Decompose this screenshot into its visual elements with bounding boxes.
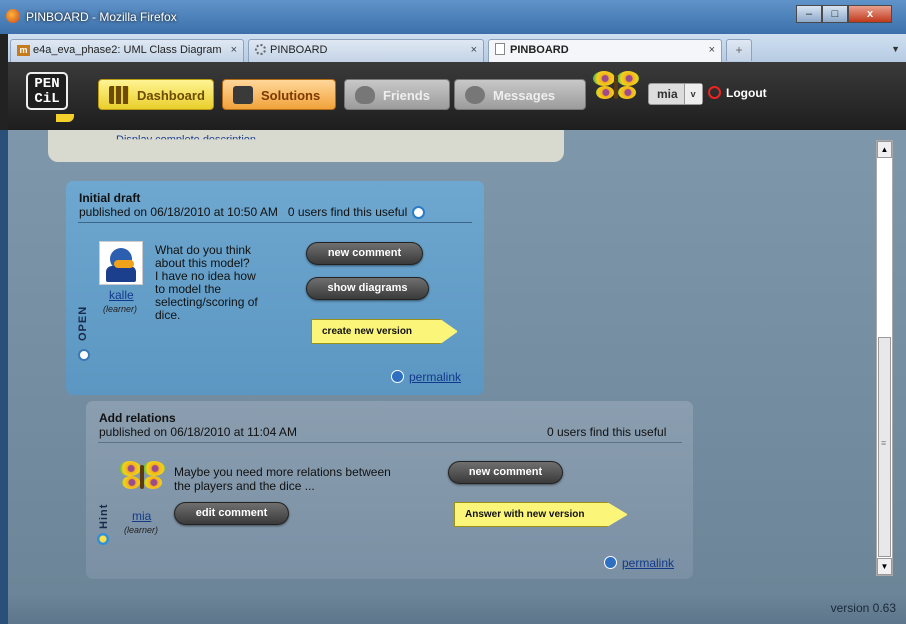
tab-bar: m e4a_eva_phase2: UML Class Diagram × PIN… [8,34,906,63]
friends-label: Friends [383,88,430,103]
scroll-down-icon[interactable]: ▼ [877,558,892,575]
window-title: PINBOARD - Mozilla Firefox [26,10,177,24]
grid-icon [109,86,129,104]
post-published-date: published on 06/18/2010 at 11:04 AM [99,425,297,439]
close-button[interactable]: x [848,5,892,23]
post-useful-count: 0 users find this useful [547,425,667,439]
post-text-line: the players and the dice ... [174,479,315,493]
permalink-label: permalink [409,370,462,384]
permalink[interactable]: permalink [391,370,461,384]
tab-label: PINBOARD [510,44,569,56]
tab-pinboard-loading[interactable]: PINBOARD × [248,39,484,62]
moodle-icon: m [17,45,30,56]
post-published: published on 06/18/2010 at 10:50 AM 0 us… [79,205,426,219]
solutions-button[interactable]: Solutions [222,79,336,110]
author-link[interactable]: kalle [109,288,134,302]
post-useful-count: 0 users find this useful [287,205,408,219]
edit-comment-button[interactable]: edit comment [174,502,289,525]
main-content: Display complete description Initial dra… [8,130,906,594]
messages-button[interactable]: Messages [454,79,586,110]
post-text: Maybe you need more relations between th… [174,465,391,493]
new-comment-button[interactable]: new comment [448,461,563,484]
dashboard-button[interactable]: Dashboard [98,79,214,110]
heart-icon [355,86,375,104]
vertical-scrollbar[interactable]: ▲ ≡ ▼ [876,140,893,576]
minimize-button[interactable]: – [796,5,822,23]
post-text-line: Maybe you need more relations between [174,465,391,479]
post-title: Initial draft [79,191,141,205]
author-link[interactable]: mia [132,509,151,523]
tab-label: PINBOARD [270,44,328,56]
solutions-label: Solutions [261,88,321,103]
previous-card: Display complete description [48,130,564,162]
tab-uml[interactable]: m e4a_eva_phase2: UML Class Diagram × [10,39,244,62]
author-role: (learner) [103,304,138,314]
key-icon [391,370,404,383]
status-icon [78,349,90,361]
logout-label: Logout [726,86,767,100]
butterfly-icon [593,71,639,103]
new-tab-button[interactable]: + [726,39,752,61]
new-comment-button[interactable]: new comment [306,242,423,265]
status-label: Hint [98,503,110,529]
display-description-link[interactable]: Display complete description [116,134,256,139]
grip-icon: ≡ [881,438,887,448]
post-text: What do you think about this model? I ha… [155,244,258,322]
footer: version 0.63 [8,594,906,624]
loading-icon [255,44,266,55]
permalink-label: permalink [622,556,675,570]
heart-icon[interactable] [412,206,426,219]
post-card-add-relations: Add relations published on 06/18/2010 at… [86,401,693,579]
chevron-down-icon[interactable]: v [683,84,702,104]
post-card-initial-draft: Initial draft published on 06/18/2010 at… [66,181,484,395]
post-published-date: published on 06/18/2010 at 10:50 AM [79,205,278,219]
tab-label: e4a_eva_phase2: UML Class Diagram [33,44,222,56]
window-left-border [0,130,8,624]
key-icon [604,556,617,569]
create-new-version-button[interactable]: create new version [311,319,458,344]
tab-list-icon[interactable]: ▼ [891,44,900,54]
user-select[interactable]: mia v [648,83,703,105]
logout-link[interactable]: Logout [708,86,767,100]
status-label: OPEN [77,305,89,341]
author-role: (learner) [124,525,159,535]
answer-new-version-button[interactable]: Answer with new version [454,502,628,527]
hint-icon [97,533,109,545]
page-icon [495,43,505,55]
messages-label: Messages [493,88,556,103]
divider [98,442,682,443]
show-diagrams-button[interactable]: show diagrams [306,277,429,300]
window-titlebar: PINBOARD - Mozilla Firefox – □ x [0,0,906,34]
firefox-icon [6,9,20,23]
chat-icon [233,86,253,104]
friends-button[interactable]: Friends [344,79,450,110]
scroll-thumb[interactable]: ≡ [878,337,891,557]
scroll-up-icon[interactable]: ▲ [877,141,892,158]
avatar[interactable] [119,461,165,496]
version-label: version 0.63 [830,601,896,615]
dashboard-label: Dashboard [137,88,205,103]
post-title: Add relations [99,411,176,425]
user-name: mia [657,87,678,101]
tab-close-icon[interactable]: × [709,40,715,61]
cloud-icon [465,86,485,104]
power-icon [708,86,721,99]
divider [78,222,472,223]
tab-pinboard-active[interactable]: PINBOARD × [488,39,722,63]
maximize-button[interactable]: □ [822,5,848,23]
post-text-line: dice. [155,308,181,322]
tab-close-icon[interactable]: × [471,40,477,61]
butterfly-icon [119,461,165,493]
pencil-logo[interactable]: PEN CiL [26,72,74,122]
permalink[interactable]: permalink [604,556,674,570]
user-avatar[interactable] [593,71,639,106]
tab-close-icon[interactable]: × [231,40,237,61]
avatar[interactable] [99,241,143,285]
app-header: PEN CiL Dashboard Solutions Friends Mess… [8,62,906,130]
